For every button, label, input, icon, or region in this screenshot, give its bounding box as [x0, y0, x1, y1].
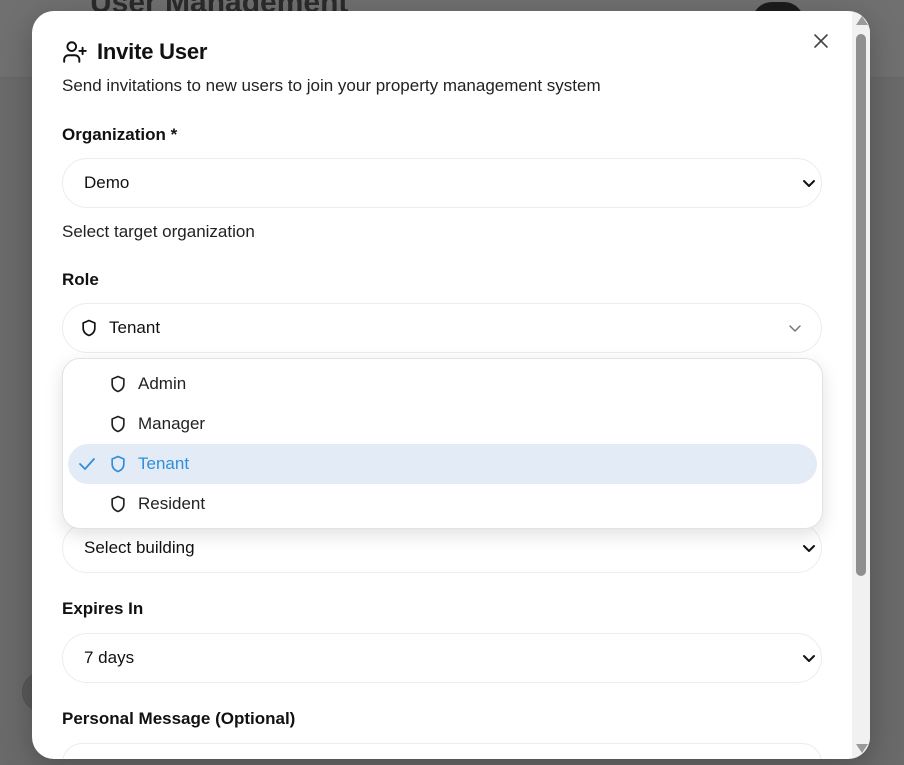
scroll-down-arrow[interactable]	[856, 744, 868, 753]
role-option-admin[interactable]: Admin	[68, 364, 817, 404]
role-option-tenant[interactable]: Tenant	[68, 444, 817, 484]
invite-user-dialog: Invite User Send invitations to new user…	[32, 11, 870, 759]
role-option-label: Resident	[138, 494, 206, 513]
role-value: Tenant	[109, 318, 161, 337]
organization-helper: Select target organization	[62, 222, 255, 241]
dialog-header: Invite User	[62, 39, 207, 65]
building-select[interactable]: Select building	[62, 523, 822, 573]
dialog-subtitle: Send invitations to new users to join yo…	[62, 76, 601, 95]
user-plus-icon	[63, 41, 87, 63]
role-dropdown: Admin Manager Tenant Resident	[62, 358, 823, 529]
chevron-down-icon	[789, 325, 801, 332]
building-value: Select building	[84, 538, 195, 557]
scrollbar[interactable]	[852, 11, 870, 759]
organization-select[interactable]: Demo	[62, 158, 822, 208]
organization-value: Demo	[84, 173, 130, 192]
scroll-up-arrow[interactable]	[856, 16, 868, 25]
shield-icon	[82, 319, 96, 337]
close-button[interactable]	[810, 30, 832, 52]
shield-icon	[111, 455, 125, 473]
close-icon	[814, 34, 828, 48]
chevron-down-icon	[803, 655, 815, 662]
dialog-title: Invite User	[97, 39, 208, 64]
role-option-label: Tenant	[138, 454, 190, 473]
shield-icon	[111, 415, 125, 433]
message-label: Personal Message (Optional)	[62, 709, 296, 728]
chevron-down-icon	[803, 180, 815, 187]
role-option-label: Manager	[138, 414, 206, 433]
organization-label: Organization *	[62, 125, 178, 144]
role-option-label: Admin	[138, 374, 187, 393]
chevron-down-icon	[803, 545, 815, 552]
expires-label: Expires In	[62, 599, 144, 618]
expires-select[interactable]: 7 days	[62, 633, 822, 683]
check-icon	[79, 458, 95, 470]
role-label: Role	[62, 270, 99, 289]
role-option-manager[interactable]: Manager	[68, 404, 817, 444]
shield-icon	[111, 375, 125, 393]
scroll-thumb[interactable]	[856, 34, 866, 576]
expires-value: 7 days	[84, 648, 135, 667]
message-textarea[interactable]	[62, 743, 822, 759]
role-select[interactable]: Tenant	[62, 303, 822, 353]
role-option-resident[interactable]: Resident	[68, 484, 817, 524]
shield-icon	[111, 495, 125, 513]
